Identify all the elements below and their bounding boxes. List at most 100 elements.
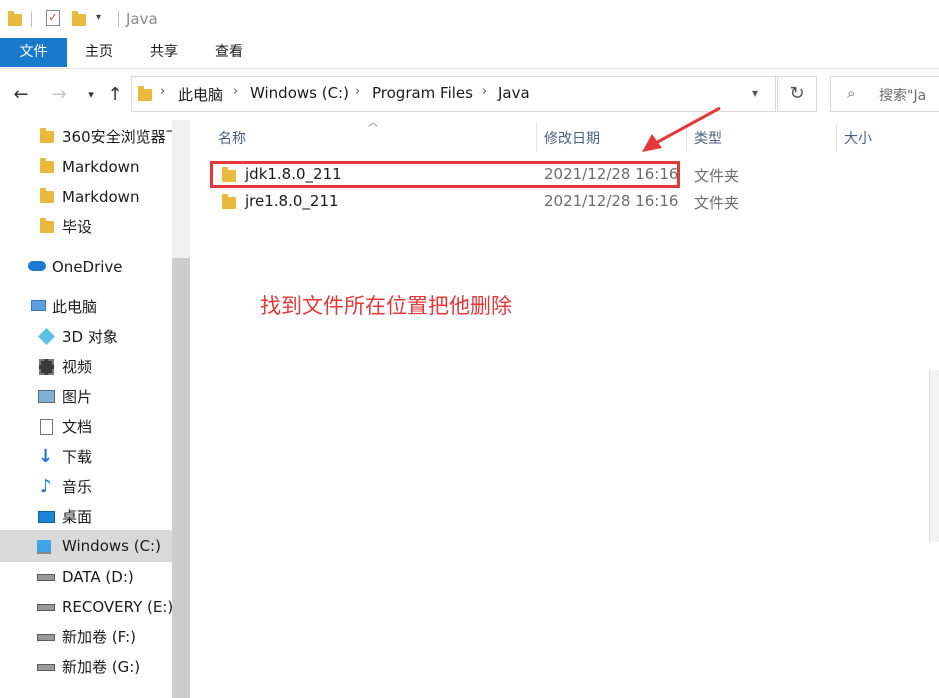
sidebar-item-label: Markdown bbox=[62, 188, 140, 206]
drive-icon bbox=[37, 574, 55, 581]
file-type: 文件夹 bbox=[694, 167, 740, 185]
tab-home[interactable]: 主页 bbox=[74, 38, 124, 67]
navigation-pane: 360安全浏览器下 Markdown Markdown 毕设 OneDrive … bbox=[0, 120, 172, 698]
highlight-box bbox=[210, 161, 680, 188]
sidebar-item-label: Markdown bbox=[62, 158, 140, 176]
folder-icon bbox=[222, 194, 236, 209]
sidebar-scrollbar-thumb[interactable] bbox=[172, 258, 190, 698]
video-icon bbox=[39, 359, 54, 375]
sidebar-item-music[interactable]: ♪ 音乐 bbox=[0, 472, 172, 502]
folder-icon bbox=[40, 128, 54, 143]
sidebar-item-label: 新加卷 (F:) bbox=[62, 628, 136, 646]
sidebar-item-recovery-e[interactable]: RECOVERY (E:) bbox=[0, 592, 172, 622]
documents-icon bbox=[40, 419, 53, 435]
music-icon: ♪ bbox=[40, 476, 52, 497]
sidebar-item-downloads[interactable]: ↓ 下载 bbox=[0, 442, 172, 472]
divider bbox=[118, 11, 119, 27]
title-bar: ✓ ▾ Java bbox=[0, 0, 939, 38]
sidebar-item-videos[interactable]: 视频 bbox=[0, 352, 172, 382]
new-folder-icon[interactable] bbox=[72, 11, 86, 26]
file-row-jre[interactable]: jre1.8.0_211 2021/12/28 16:16 文件夹 bbox=[212, 189, 912, 215]
tab-view[interactable]: 查看 bbox=[204, 38, 254, 67]
sidebar-item-this-pc[interactable]: 此电脑 bbox=[0, 292, 172, 322]
chevron-right-icon[interactable]: › bbox=[355, 84, 360, 99]
sidebar-item-label: 桌面 bbox=[62, 508, 93, 526]
recent-locations-chevron-icon[interactable]: ▾ bbox=[80, 82, 102, 108]
sidebar-item-label: RECOVERY (E:) bbox=[62, 598, 172, 616]
drive-icon bbox=[37, 664, 55, 671]
sidebar-item-360-downloads[interactable]: 360安全浏览器下 bbox=[0, 122, 172, 152]
window-title: Java bbox=[126, 10, 158, 28]
sidebar-item-label: 3D 对象 bbox=[62, 328, 118, 346]
chevron-right-icon[interactable]: › bbox=[482, 84, 487, 99]
sidebar-item-markdown-2[interactable]: Markdown bbox=[0, 182, 172, 212]
file-type: 文件夹 bbox=[694, 194, 740, 212]
computer-icon bbox=[31, 300, 46, 311]
file-modified: 2021/12/28 16:16 bbox=[544, 192, 679, 210]
sidebar-item-new-volume-g[interactable]: 新加卷 (G:) bbox=[0, 652, 172, 682]
sidebar-item-graduation-project[interactable]: 毕设 bbox=[0, 212, 172, 242]
tab-share[interactable]: 共享 bbox=[139, 38, 189, 67]
back-arrow-icon[interactable]: ← bbox=[10, 82, 32, 108]
chevron-right-icon[interactable]: › bbox=[160, 84, 165, 99]
right-edge-panel bbox=[929, 370, 939, 542]
sidebar-item-label: 音乐 bbox=[62, 478, 93, 496]
3d-objects-icon bbox=[38, 328, 55, 345]
sidebar-item-desktop[interactable]: 桌面 bbox=[0, 502, 172, 532]
sidebar-item-label: 视频 bbox=[62, 358, 93, 376]
chevron-right-icon[interactable]: › bbox=[233, 84, 238, 99]
drive-icon bbox=[37, 604, 55, 611]
sidebar-item-label: 360安全浏览器下 bbox=[62, 128, 172, 146]
breadcrumb-this-pc[interactable]: 此电脑 bbox=[178, 84, 223, 105]
folder-icon bbox=[8, 11, 22, 26]
breadcrumb-program-files[interactable]: Program Files bbox=[372, 84, 473, 102]
sidebar-item-markdown[interactable]: Markdown bbox=[0, 152, 172, 182]
sidebar-item-label: DATA (D:) bbox=[62, 568, 134, 586]
sidebar-item-pictures[interactable]: 图片 bbox=[0, 382, 172, 412]
sidebar-item-label: 新加卷 (G:) bbox=[62, 658, 141, 676]
windows-drive-icon bbox=[37, 540, 51, 554]
download-icon: ↓ bbox=[38, 446, 54, 467]
customize-quick-access-dropdown-icon[interactable]: ▾ bbox=[96, 12, 101, 23]
annotation-arrow-icon bbox=[642, 106, 721, 152]
column-divider[interactable] bbox=[836, 122, 837, 152]
sidebar-item-3d-objects[interactable]: 3D 对象 bbox=[0, 322, 172, 352]
tab-file[interactable]: 文件 bbox=[0, 38, 67, 67]
folder-icon bbox=[138, 86, 152, 101]
column-divider[interactable] bbox=[536, 122, 537, 152]
pictures-icon bbox=[38, 390, 55, 403]
annotation-text: 找到文件所在位置把他删除 bbox=[260, 294, 512, 318]
column-header-name[interactable]: 名称 bbox=[218, 128, 246, 148]
search-box[interactable]: ⌕ 搜索"Ja bbox=[830, 76, 939, 112]
address-history-chevron-icon[interactable]: ▾ bbox=[752, 86, 758, 100]
file-name: jre1.8.0_211 bbox=[245, 192, 339, 210]
sidebar-item-documents[interactable]: 文档 bbox=[0, 412, 172, 442]
folder-icon bbox=[40, 188, 54, 203]
breadcrumb-windows-c[interactable]: Windows (C:) bbox=[250, 84, 349, 102]
sidebar-item-data-d[interactable]: DATA (D:) bbox=[0, 562, 172, 592]
folder-icon bbox=[40, 158, 54, 173]
breadcrumb-java[interactable]: Java bbox=[498, 84, 530, 102]
column-header-modified[interactable]: 修改日期 bbox=[544, 128, 600, 148]
sidebar-item-label: 文档 bbox=[62, 418, 93, 436]
divider bbox=[31, 11, 32, 27]
sidebar-item-label: 此电脑 bbox=[52, 298, 98, 316]
sidebar-item-windows-c[interactable]: Windows (C:) bbox=[0, 530, 172, 562]
sidebar-item-label: OneDrive bbox=[52, 258, 123, 276]
sidebar-item-label: Windows (C:) bbox=[62, 537, 161, 555]
folder-icon bbox=[40, 218, 54, 233]
sidebar-item-new-volume-f[interactable]: 新加卷 (F:) bbox=[0, 622, 172, 652]
properties-checkmark-icon[interactable]: ✓ bbox=[46, 10, 60, 26]
refresh-icon[interactable]: ↻ bbox=[777, 76, 817, 112]
forward-arrow-icon[interactable]: → bbox=[48, 82, 70, 108]
up-arrow-icon[interactable]: ↑ bbox=[104, 82, 126, 108]
sidebar-item-label: 下载 bbox=[62, 448, 93, 466]
search-input[interactable]: 搜索"Ja bbox=[879, 85, 926, 105]
onedrive-icon bbox=[28, 261, 46, 271]
sort-ascending-icon: ︿ bbox=[368, 118, 378, 129]
column-header-size[interactable]: 大小 bbox=[844, 128, 872, 148]
drive-icon bbox=[37, 634, 55, 641]
desktop-icon bbox=[38, 511, 55, 523]
sidebar-item-label: 毕设 bbox=[62, 218, 93, 236]
sidebar-item-onedrive[interactable]: OneDrive bbox=[0, 252, 172, 282]
